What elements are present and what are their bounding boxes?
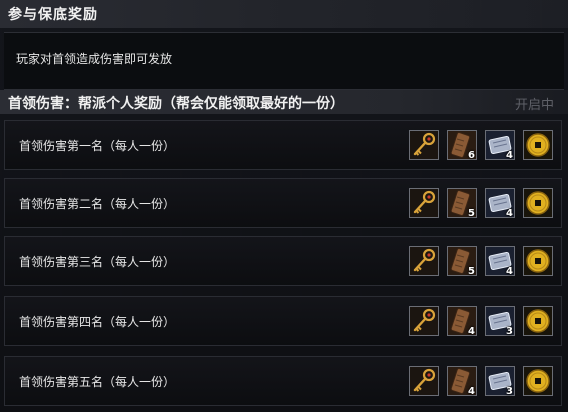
reward-slot[interactable]: 4 [447, 366, 477, 397]
item-count: 5 [468, 266, 475, 277]
reward-slot[interactable] [523, 130, 553, 160]
reward-slots: 6 4 [409, 130, 553, 162]
row-label: 首领伤害第一名（每人一份） [19, 139, 176, 153]
reward-slot[interactable]: 5 [447, 246, 477, 277]
status-label: 开启中 [514, 98, 554, 113]
row-label: 首领伤害第二名（每人一份） [19, 197, 176, 211]
reward-row-3: 首领伤害第三名（每人一份） 5 4 [4, 236, 562, 286]
reward-row-2: 首领伤害第二名（每人一份） 5 4 [4, 178, 562, 228]
description-text: 玩家对首领造成伤害即可发放 [16, 52, 173, 66]
item-count: 6 [468, 150, 475, 161]
section-title: 首领伤害：帮派个人奖励（帮会仅能领取最好的一份） [8, 96, 344, 112]
reward-slot[interactable] [523, 188, 553, 218]
item-count: 4 [468, 386, 475, 397]
row-label: 首领伤害第五名（每人一份） [19, 375, 176, 389]
reward-row-4: 首领伤害第四名（每人一份） 4 3 [4, 296, 562, 346]
reward-slots: 5 4 [409, 246, 553, 278]
reward-slot[interactable]: 4 [485, 188, 515, 219]
reward-panel: 参与保底奖励 玩家对首领造成伤害即可发放 首领伤害：帮派个人奖励（帮会仅能领取最… [0, 0, 568, 412]
reward-slot[interactable]: 4 [447, 306, 477, 337]
item-count: 4 [506, 266, 513, 277]
golden-key-icon [410, 307, 438, 335]
reward-slots: 4 3 [409, 366, 553, 398]
item-count: 3 [506, 386, 513, 397]
item-count: 5 [468, 208, 475, 219]
reward-slot[interactable] [523, 366, 553, 396]
item-count: 3 [506, 326, 513, 337]
reward-slots: 4 3 [409, 306, 553, 338]
gold-coin-icon [524, 367, 552, 395]
reward-slot[interactable] [409, 366, 439, 396]
panel-title: 参与保底奖励 [8, 7, 98, 23]
golden-key-icon [410, 367, 438, 395]
item-count: 4 [468, 326, 475, 337]
reward-row-1: 首领伤害第一名（每人一份） 6 4 [4, 120, 562, 170]
golden-key-icon [410, 189, 438, 217]
reward-row-5: 首领伤害第五名（每人一份） 4 3 [4, 356, 562, 406]
reward-slot[interactable] [409, 246, 439, 276]
reward-slot[interactable] [409, 130, 439, 160]
golden-key-icon [410, 131, 438, 159]
golden-key-icon [410, 247, 438, 275]
reward-slot[interactable]: 5 [447, 188, 477, 219]
reward-slot[interactable]: 4 [485, 130, 515, 161]
gold-coin-icon [524, 307, 552, 335]
reward-slot[interactable]: 3 [485, 366, 515, 397]
reward-slot[interactable] [523, 246, 553, 276]
reward-slots: 5 4 [409, 188, 553, 220]
row-label: 首领伤害第四名（每人一份） [19, 315, 176, 329]
reward-slot[interactable] [409, 306, 439, 336]
reward-slot[interactable]: 3 [485, 306, 515, 337]
item-count: 4 [506, 208, 513, 219]
gold-coin-icon [524, 131, 552, 159]
reward-slot[interactable] [409, 188, 439, 218]
gold-coin-icon [524, 189, 552, 217]
row-label: 首领伤害第三名（每人一份） [19, 255, 176, 269]
item-count: 4 [506, 150, 513, 161]
reward-slot[interactable] [523, 306, 553, 336]
reward-slot[interactable]: 6 [447, 130, 477, 161]
reward-slot[interactable]: 4 [485, 246, 515, 277]
gold-coin-icon [524, 247, 552, 275]
